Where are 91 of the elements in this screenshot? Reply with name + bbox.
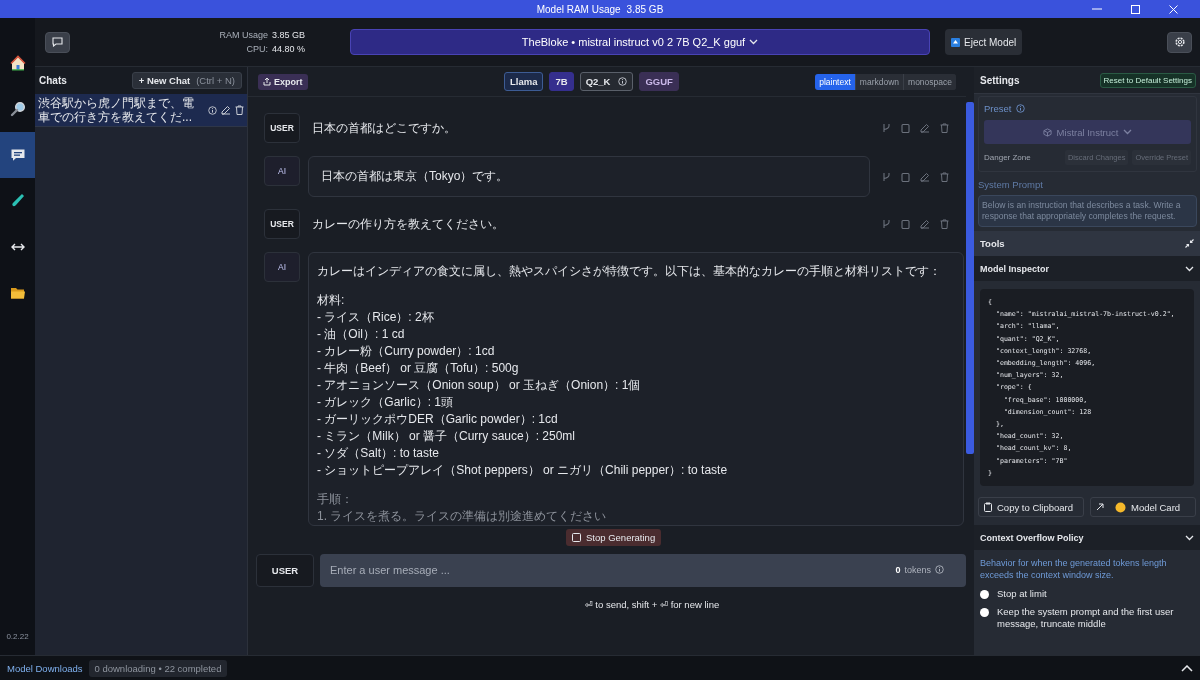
stop-generating-button[interactable]: Stop Generating bbox=[566, 529, 662, 546]
new-chat-button[interactable]: + New Chat (Ctrl + N) bbox=[131, 72, 242, 89]
branch-icon[interactable] bbox=[882, 172, 891, 182]
chevron-down-icon bbox=[1185, 534, 1194, 541]
cpu-label: CPU: bbox=[246, 44, 268, 54]
toggle-sidebar-button[interactable] bbox=[45, 31, 70, 53]
chat-title: 渋谷駅から虎ノ門駅まで、電車での行き方を教えてくだ... bbox=[38, 96, 195, 124]
nav-item[interactable] bbox=[0, 132, 35, 178]
format-tab[interactable]: plaintext bbox=[815, 73, 855, 90]
settings-button[interactable] bbox=[1167, 31, 1192, 53]
policy-description: Behavior for when the generated tokens length exceeds the context window size. bbox=[980, 557, 1168, 582]
section-header[interactable]: Model Inspector bbox=[974, 256, 1200, 281]
model-tag: 7B bbox=[549, 72, 574, 91]
ram-value: 3.85 GB bbox=[271, 30, 305, 40]
info-icon[interactable] bbox=[618, 77, 628, 86]
model-downloads-link[interactable]: Model Downloads bbox=[7, 662, 83, 674]
message-text: カレーはインディアの食文に属し、熱やスパイシさが特徴です。以下は、基本的なカレーの手順と材料リストです： bbox=[317, 263, 942, 280]
tools-title: Tools bbox=[980, 238, 1005, 249]
info-icon[interactable] bbox=[208, 105, 217, 115]
double-arrow-icon bbox=[10, 243, 25, 251]
speech-bubble-icon bbox=[52, 37, 63, 47]
version-label: 0.2.22 bbox=[5, 632, 30, 641]
message-text: 材料: - ライス（Rice）: 2杯 - 油（Oil）: 1 cd - カレー粉（Curry powder）: 1cd - 牛肉（Beef） or 豆腐（Tofu）: 500g - アオニョンソース（Onion soup） or 玉ねぎ（Onion）: 1個 - ガレック（Garlic）: 1頭 - ガーリックポウDER（Garlic powder）: 1cd - ミラン（Milk） or 醤子（Curry sauce）: 250ml - ソダ（Salt）: to taste - ショットピープアレイ（Shot peppers） or ニガリ（Chili pepper）: to taste bbox=[317, 292, 729, 479]
info-icon[interactable] bbox=[935, 565, 944, 574]
caret-up-icon[interactable] bbox=[1181, 664, 1193, 672]
reset-button[interactable]: Reset to Default Settings bbox=[1099, 72, 1196, 88]
ram-label: RAM Usage bbox=[219, 30, 268, 40]
info-icon[interactable] bbox=[1016, 104, 1026, 113]
model-tag: GGUF bbox=[639, 72, 679, 91]
tag-label: Q2_K bbox=[585, 76, 611, 87]
radio-label: Keep the system prompt and the first user message, truncate middle bbox=[997, 606, 1175, 631]
radio-label: Stop at limit bbox=[997, 588, 1047, 601]
folder-icon bbox=[9, 286, 26, 300]
token-count: 0 bbox=[895, 564, 901, 575]
role-label: USER bbox=[264, 209, 300, 239]
model-selector[interactable]: TheBloke • mistral instruct v0 2 7B Q2_K gguf bbox=[350, 29, 930, 55]
settings-icon bbox=[1173, 36, 1186, 48]
token-label: tokens bbox=[904, 564, 931, 575]
chevron-down-icon bbox=[1185, 265, 1194, 272]
radio-button[interactable] bbox=[980, 608, 989, 618]
copy-icon[interactable] bbox=[901, 219, 910, 229]
chat-item[interactable]: 渋谷駅から虎ノ門駅まで、電車での行き方を教えてくだ... bbox=[35, 94, 247, 127]
system-prompt-field[interactable]: Below is an instruction that describes a task. Write a response that appropriately completes the request. bbox=[978, 195, 1197, 227]
clipboard-icon bbox=[984, 502, 992, 513]
section-title: Model Inspector bbox=[980, 263, 1049, 274]
radio-option[interactable]: Keep the system prompt and the first user message, truncate middle bbox=[980, 606, 1194, 631]
scrollbar-thumb[interactable] bbox=[966, 102, 974, 454]
chevron-down-icon bbox=[749, 39, 759, 45]
export-button[interactable]: Export bbox=[258, 73, 308, 90]
message-text: カレーの作り方を教えてください。 bbox=[312, 216, 505, 233]
stop-icon bbox=[572, 533, 581, 542]
radio-button[interactable] bbox=[980, 590, 989, 600]
format-tab[interactable]: monospace bbox=[903, 73, 956, 90]
message-text: 手順： 1. ライスを煮る。ライスの準備は別途進めてください bbox=[317, 491, 608, 525]
role-label: AI bbox=[264, 252, 300, 282]
copy-icon[interactable] bbox=[901, 172, 910, 182]
chevron-down-icon bbox=[1123, 129, 1133, 135]
copy-icon[interactable] bbox=[901, 123, 910, 133]
circle-icon bbox=[1115, 501, 1126, 513]
eject-icon bbox=[951, 37, 960, 47]
download-status: 0 downloading • 22 completed bbox=[88, 659, 228, 677]
section-title: Context Overflow Policy bbox=[980, 532, 1084, 543]
panel-title: Chats bbox=[39, 75, 67, 86]
role-label: USER bbox=[264, 113, 300, 143]
collapse-icon[interactable] bbox=[1185, 239, 1194, 248]
preset-label: Preset bbox=[984, 103, 1012, 114]
eject-button[interactable]: Eject Model bbox=[945, 29, 1023, 55]
external-link-icon bbox=[1096, 503, 1104, 512]
ram-usage-value: 3.85 GB bbox=[626, 3, 664, 15]
panel-title: Settings bbox=[980, 74, 1020, 86]
cube-icon bbox=[1042, 127, 1052, 137]
model-tag: Llama bbox=[504, 72, 544, 91]
section-header[interactable]: Context Overflow Policy bbox=[974, 525, 1200, 551]
system-prompt-label: System Prompt bbox=[978, 179, 1044, 190]
home-icon bbox=[9, 55, 26, 71]
message-text: 日本の首都は東京（Tokyo）です。 bbox=[321, 168, 510, 185]
model-card-button[interactable]: Model Card bbox=[1090, 497, 1196, 518]
branch-icon[interactable] bbox=[882, 219, 891, 229]
share-icon bbox=[263, 77, 271, 86]
danger-zone-label: Danger Zone bbox=[984, 153, 1031, 162]
radio-option[interactable]: Stop at limit bbox=[980, 588, 1194, 601]
chat-bubble-icon bbox=[9, 148, 26, 162]
message-text: 日本の首都はどこですか。 bbox=[312, 120, 457, 137]
keyboard-hint: ⏎ to send, shift + ⏎ for new line bbox=[583, 599, 721, 610]
copy-button[interactable]: Copy to Clipboard bbox=[978, 497, 1084, 518]
window-title: Model RAM Usage bbox=[536, 3, 621, 15]
cpu-value: 44.80 % bbox=[271, 44, 305, 54]
branch-icon[interactable] bbox=[882, 123, 891, 133]
magnifier-icon bbox=[9, 101, 26, 117]
role-label: AI bbox=[264, 156, 300, 186]
role-label: USER bbox=[256, 553, 314, 587]
